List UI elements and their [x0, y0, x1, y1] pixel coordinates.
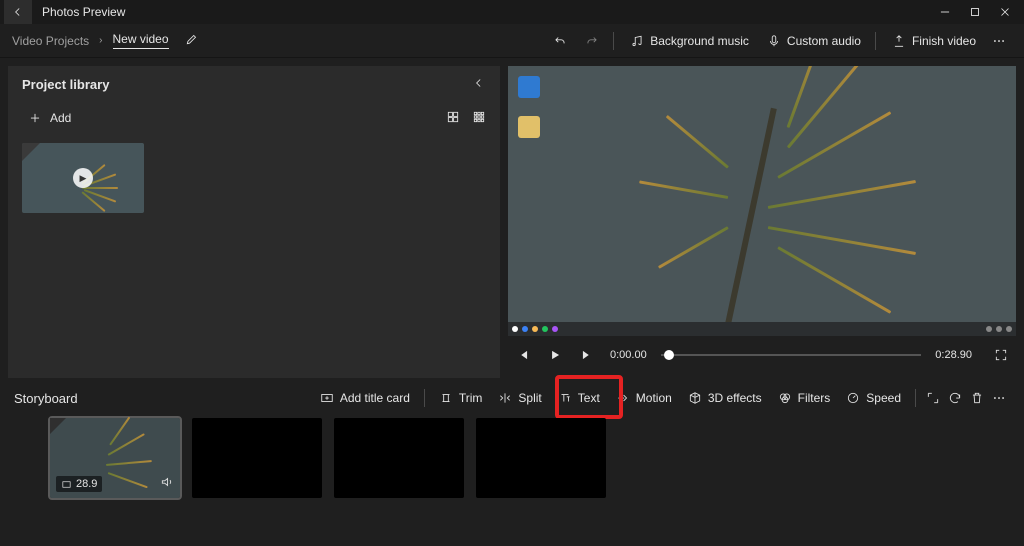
- resize-icon: [926, 391, 940, 405]
- storyboard-clip[interactable]: [334, 418, 464, 498]
- rotate-icon: [948, 391, 962, 405]
- split-icon: [498, 391, 512, 405]
- grid-large-icon: [446, 110, 460, 124]
- step-forward-button[interactable]: [578, 346, 596, 364]
- play-icon: ▶: [73, 168, 93, 188]
- breadcrumb: Video Projects › New video: [12, 32, 199, 49]
- play-icon: [548, 348, 562, 362]
- current-time: 0:00.00: [610, 349, 647, 361]
- library-title: Project library: [22, 77, 109, 92]
- mic-icon: [767, 34, 781, 48]
- more-icon: [992, 34, 1006, 48]
- breadcrumb-root[interactable]: Video Projects: [12, 34, 89, 48]
- storyboard-clip[interactable]: [192, 418, 322, 498]
- play-button[interactable]: [546, 346, 564, 364]
- transport-controls: 0:00.00 0:28.90: [508, 346, 1016, 364]
- window-minimize-button[interactable]: [930, 0, 960, 24]
- more-icon: [992, 391, 1006, 405]
- 3d-effects-button[interactable]: 3D effects: [680, 387, 770, 409]
- storyboard-clip[interactable]: [476, 418, 606, 498]
- desktop-icon: [518, 76, 540, 98]
- app-title: Photos Preview: [42, 5, 125, 19]
- storyboard-more-button[interactable]: [988, 387, 1010, 409]
- trim-icon: [439, 391, 453, 405]
- film-icon: [61, 479, 72, 490]
- filters-button[interactable]: Filters: [770, 387, 839, 409]
- custom-audio-button[interactable]: Custom audio: [759, 30, 869, 52]
- finish-video-button[interactable]: Finish video: [884, 30, 984, 52]
- close-icon: [998, 5, 1012, 19]
- library-clip-thumbnail[interactable]: ▶: [22, 143, 144, 213]
- scrubber[interactable]: [661, 353, 922, 357]
- fullscreen-button[interactable]: [992, 346, 1010, 364]
- clip-audio-button[interactable]: [160, 475, 174, 492]
- clip-duration-badge: 28.9: [56, 476, 102, 492]
- motion-button[interactable]: Motion: [608, 387, 680, 409]
- speaker-icon: [160, 475, 174, 489]
- text-icon: [558, 391, 572, 405]
- motion-icon: [616, 391, 630, 405]
- scrubber-knob[interactable]: [664, 350, 674, 360]
- fullscreen-icon: [994, 348, 1008, 362]
- pencil-icon: [185, 32, 199, 46]
- rotate-button[interactable]: [944, 387, 966, 409]
- add-title-card-button[interactable]: Add title card: [312, 387, 418, 409]
- add-media-button[interactable]: Add: [22, 107, 77, 129]
- project-library-panel: Project library Add: [8, 66, 500, 378]
- split-button[interactable]: Split: [490, 387, 549, 409]
- preview-taskbar: [508, 322, 1016, 336]
- minimize-icon: [938, 5, 952, 19]
- grid-small-icon: [472, 110, 486, 124]
- edit-title-button[interactable]: [185, 32, 199, 49]
- maximize-icon: [968, 5, 982, 19]
- filters-icon: [778, 391, 792, 405]
- collapse-library-button[interactable]: [472, 76, 486, 93]
- card-plus-icon: [320, 391, 334, 405]
- export-icon: [892, 34, 906, 48]
- background-music-button[interactable]: Background music: [622, 30, 757, 52]
- back-button[interactable]: [4, 0, 32, 24]
- storyboard-title: Storyboard: [14, 391, 78, 406]
- trim-button[interactable]: Trim: [431, 387, 491, 409]
- resize-button[interactable]: [922, 387, 944, 409]
- breadcrumb-current[interactable]: New video: [113, 32, 169, 49]
- video-preview[interactable]: [508, 66, 1016, 336]
- plus-icon: [28, 111, 42, 125]
- trash-icon: [970, 391, 984, 405]
- storyboard-clip[interactable]: 28.9: [50, 418, 180, 498]
- delete-button[interactable]: [966, 387, 988, 409]
- step-back-button[interactable]: [514, 346, 532, 364]
- more-button[interactable]: [986, 30, 1012, 52]
- text-button[interactable]: Text: [550, 387, 608, 409]
- chevron-right-icon: ›: [99, 35, 102, 46]
- view-small-button[interactable]: [472, 110, 486, 127]
- music-icon: [630, 34, 644, 48]
- desktop-icon: [518, 116, 540, 138]
- view-large-button[interactable]: [446, 110, 460, 127]
- cube-icon: [688, 391, 702, 405]
- redo-button[interactable]: [577, 30, 607, 52]
- duration: 0:28.90: [935, 349, 972, 361]
- speed-icon: [846, 391, 860, 405]
- window-maximize-button[interactable]: [960, 0, 990, 24]
- window-close-button[interactable]: [990, 0, 1020, 24]
- clip-duration: 28.9: [76, 478, 97, 490]
- speed-button[interactable]: Speed: [838, 387, 909, 409]
- step-forward-icon: [580, 348, 594, 362]
- redo-icon: [585, 34, 599, 48]
- undo-button[interactable]: [545, 30, 575, 52]
- step-back-icon: [516, 348, 530, 362]
- undo-icon: [553, 34, 567, 48]
- chevron-left-icon: [472, 76, 486, 90]
- arrow-left-icon: [11, 5, 25, 19]
